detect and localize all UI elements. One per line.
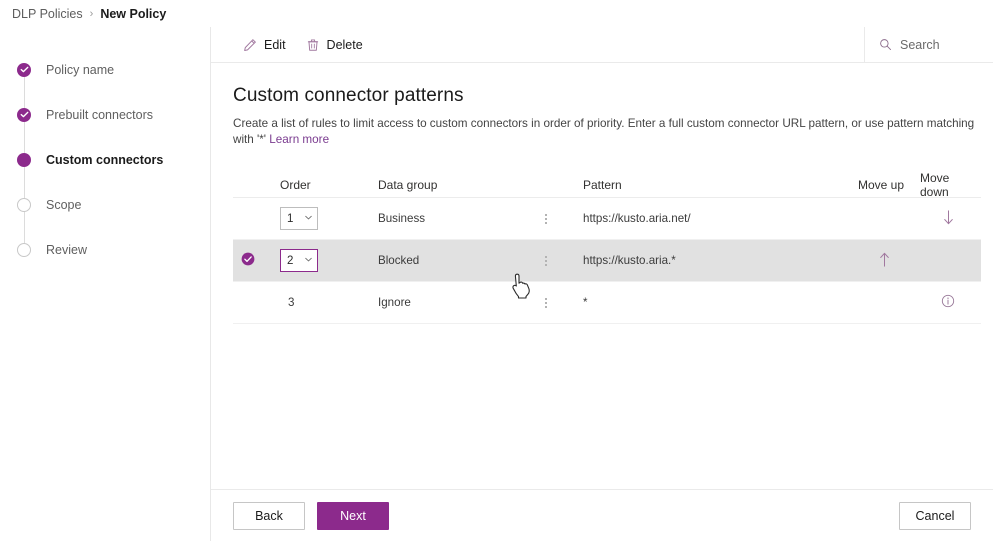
edit-button-label: Edit: [264, 37, 286, 52]
back-button[interactable]: Back: [233, 501, 305, 530]
info-button[interactable]: [915, 294, 981, 311]
order-dropdown[interactable]: 2: [280, 249, 318, 272]
order-cell: 3: [263, 296, 363, 309]
edit-button[interactable]: Edit: [233, 30, 296, 60]
move-up-button[interactable]: [853, 251, 915, 271]
sidebar-item-prebuilt-connectors[interactable]: Prebuilt connectors: [0, 92, 210, 137]
row-menu-button[interactable]: [523, 255, 568, 266]
order-value: 1: [287, 212, 294, 225]
learn-more-link[interactable]: Learn more: [269, 133, 329, 146]
patterns-table: Order Data group Pattern Move up Move do…: [233, 170, 981, 324]
order-cell: 2: [263, 249, 363, 272]
data-group-cell: Ignore: [378, 296, 411, 309]
row-menu-button[interactable]: [523, 213, 568, 224]
table-row[interactable]: 1 Business https://kusto.aria.net/: [233, 198, 981, 240]
breadcrumb: DLP Policies › New Policy: [0, 0, 993, 27]
pattern-cell: https://kusto.aria.*: [583, 254, 676, 267]
sidebar-item-review[interactable]: Review: [0, 227, 210, 272]
more-vertical-icon: [544, 213, 547, 224]
wizard-footer: Back Next Cancel: [211, 489, 993, 541]
order-value: 3: [288, 296, 295, 309]
header-data-group: Data group: [378, 177, 438, 192]
sidebar-item-custom-connectors[interactable]: Custom connectors: [0, 137, 210, 182]
row-selected-check-icon: [241, 252, 255, 269]
delete-button-label: Delete: [326, 37, 363, 52]
app-root: DLP Policies › New Policy Policy name Pr…: [0, 0, 993, 541]
sidebar-item-label: Policy name: [46, 62, 115, 77]
sidebar-item-label: Custom connectors: [46, 152, 164, 167]
search-icon: [879, 38, 892, 51]
current-step-dot-icon: [17, 152, 31, 167]
order-cell: 1: [263, 207, 363, 230]
page-description-text: Create a list of rules to limit access t…: [233, 117, 975, 146]
row-menu-button[interactable]: [523, 297, 568, 308]
pencil-icon: [243, 38, 257, 52]
chevron-down-icon: [304, 213, 313, 225]
empty-circle-icon: [17, 197, 31, 212]
main-panel: Edit Delete Search Custom connector patt…: [211, 27, 993, 541]
header-move-up: Move up: [858, 177, 905, 192]
arrow-up-icon: [877, 251, 892, 271]
search-placeholder: Search: [900, 37, 940, 52]
command-bar: Edit Delete Search: [211, 27, 993, 63]
check-circle-icon: [17, 62, 31, 77]
empty-circle-icon: [17, 242, 31, 257]
header-pattern: Pattern: [583, 177, 622, 192]
data-group-cell: Blocked: [378, 254, 420, 267]
table-row[interactable]: 3 Ignore *: [233, 282, 981, 324]
page-description: Create a list of rules to limit access t…: [233, 116, 975, 148]
next-button[interactable]: Next: [317, 501, 389, 530]
move-down-button[interactable]: [915, 209, 981, 229]
wizard-sidebar: Policy name Prebuilt connectors Custom c…: [0, 27, 211, 541]
cancel-button[interactable]: Cancel: [899, 501, 971, 530]
trash-icon: [306, 38, 320, 52]
search-input[interactable]: Search: [864, 27, 993, 63]
info-icon: [941, 294, 955, 311]
order-value: 2: [287, 254, 294, 267]
breadcrumb-separator-icon: ›: [89, 7, 94, 20]
sidebar-item-scope[interactable]: Scope: [0, 182, 210, 227]
order-dropdown[interactable]: 1: [280, 207, 318, 230]
pattern-cell: https://kusto.aria.net/: [583, 212, 691, 225]
page-body: Custom connector patterns Create a list …: [211, 63, 993, 324]
page-title: Custom connector patterns: [233, 85, 464, 106]
sidebar-item-label: Scope: [46, 197, 82, 212]
table-header-row: Order Data group Pattern Move up Move do…: [233, 170, 981, 199]
breadcrumb-parent-link[interactable]: DLP Policies: [12, 7, 83, 21]
arrow-down-icon: [941, 209, 956, 229]
delete-button[interactable]: Delete: [296, 30, 373, 60]
check-circle-icon: [17, 107, 31, 122]
more-vertical-icon: [544, 255, 547, 266]
sidebar-item-label: Review: [46, 242, 87, 257]
breadcrumb-current: New Policy: [100, 6, 167, 21]
data-group-cell: Business: [378, 212, 426, 225]
sidebar-item-label: Prebuilt connectors: [46, 107, 154, 122]
chevron-down-icon: [304, 255, 313, 267]
sidebar-item-policy-name[interactable]: Policy name: [0, 47, 210, 92]
pattern-cell: *: [583, 296, 588, 309]
more-vertical-icon: [544, 297, 547, 308]
table-row[interactable]: 2 Blocked https://kusto.aria.*: [233, 240, 981, 282]
header-order: Order: [280, 177, 311, 192]
header-move-down: Move down: [920, 170, 950, 199]
row-select-cell[interactable]: [233, 252, 263, 269]
wizard-steps: Policy name Prebuilt connectors Custom c…: [0, 27, 210, 272]
